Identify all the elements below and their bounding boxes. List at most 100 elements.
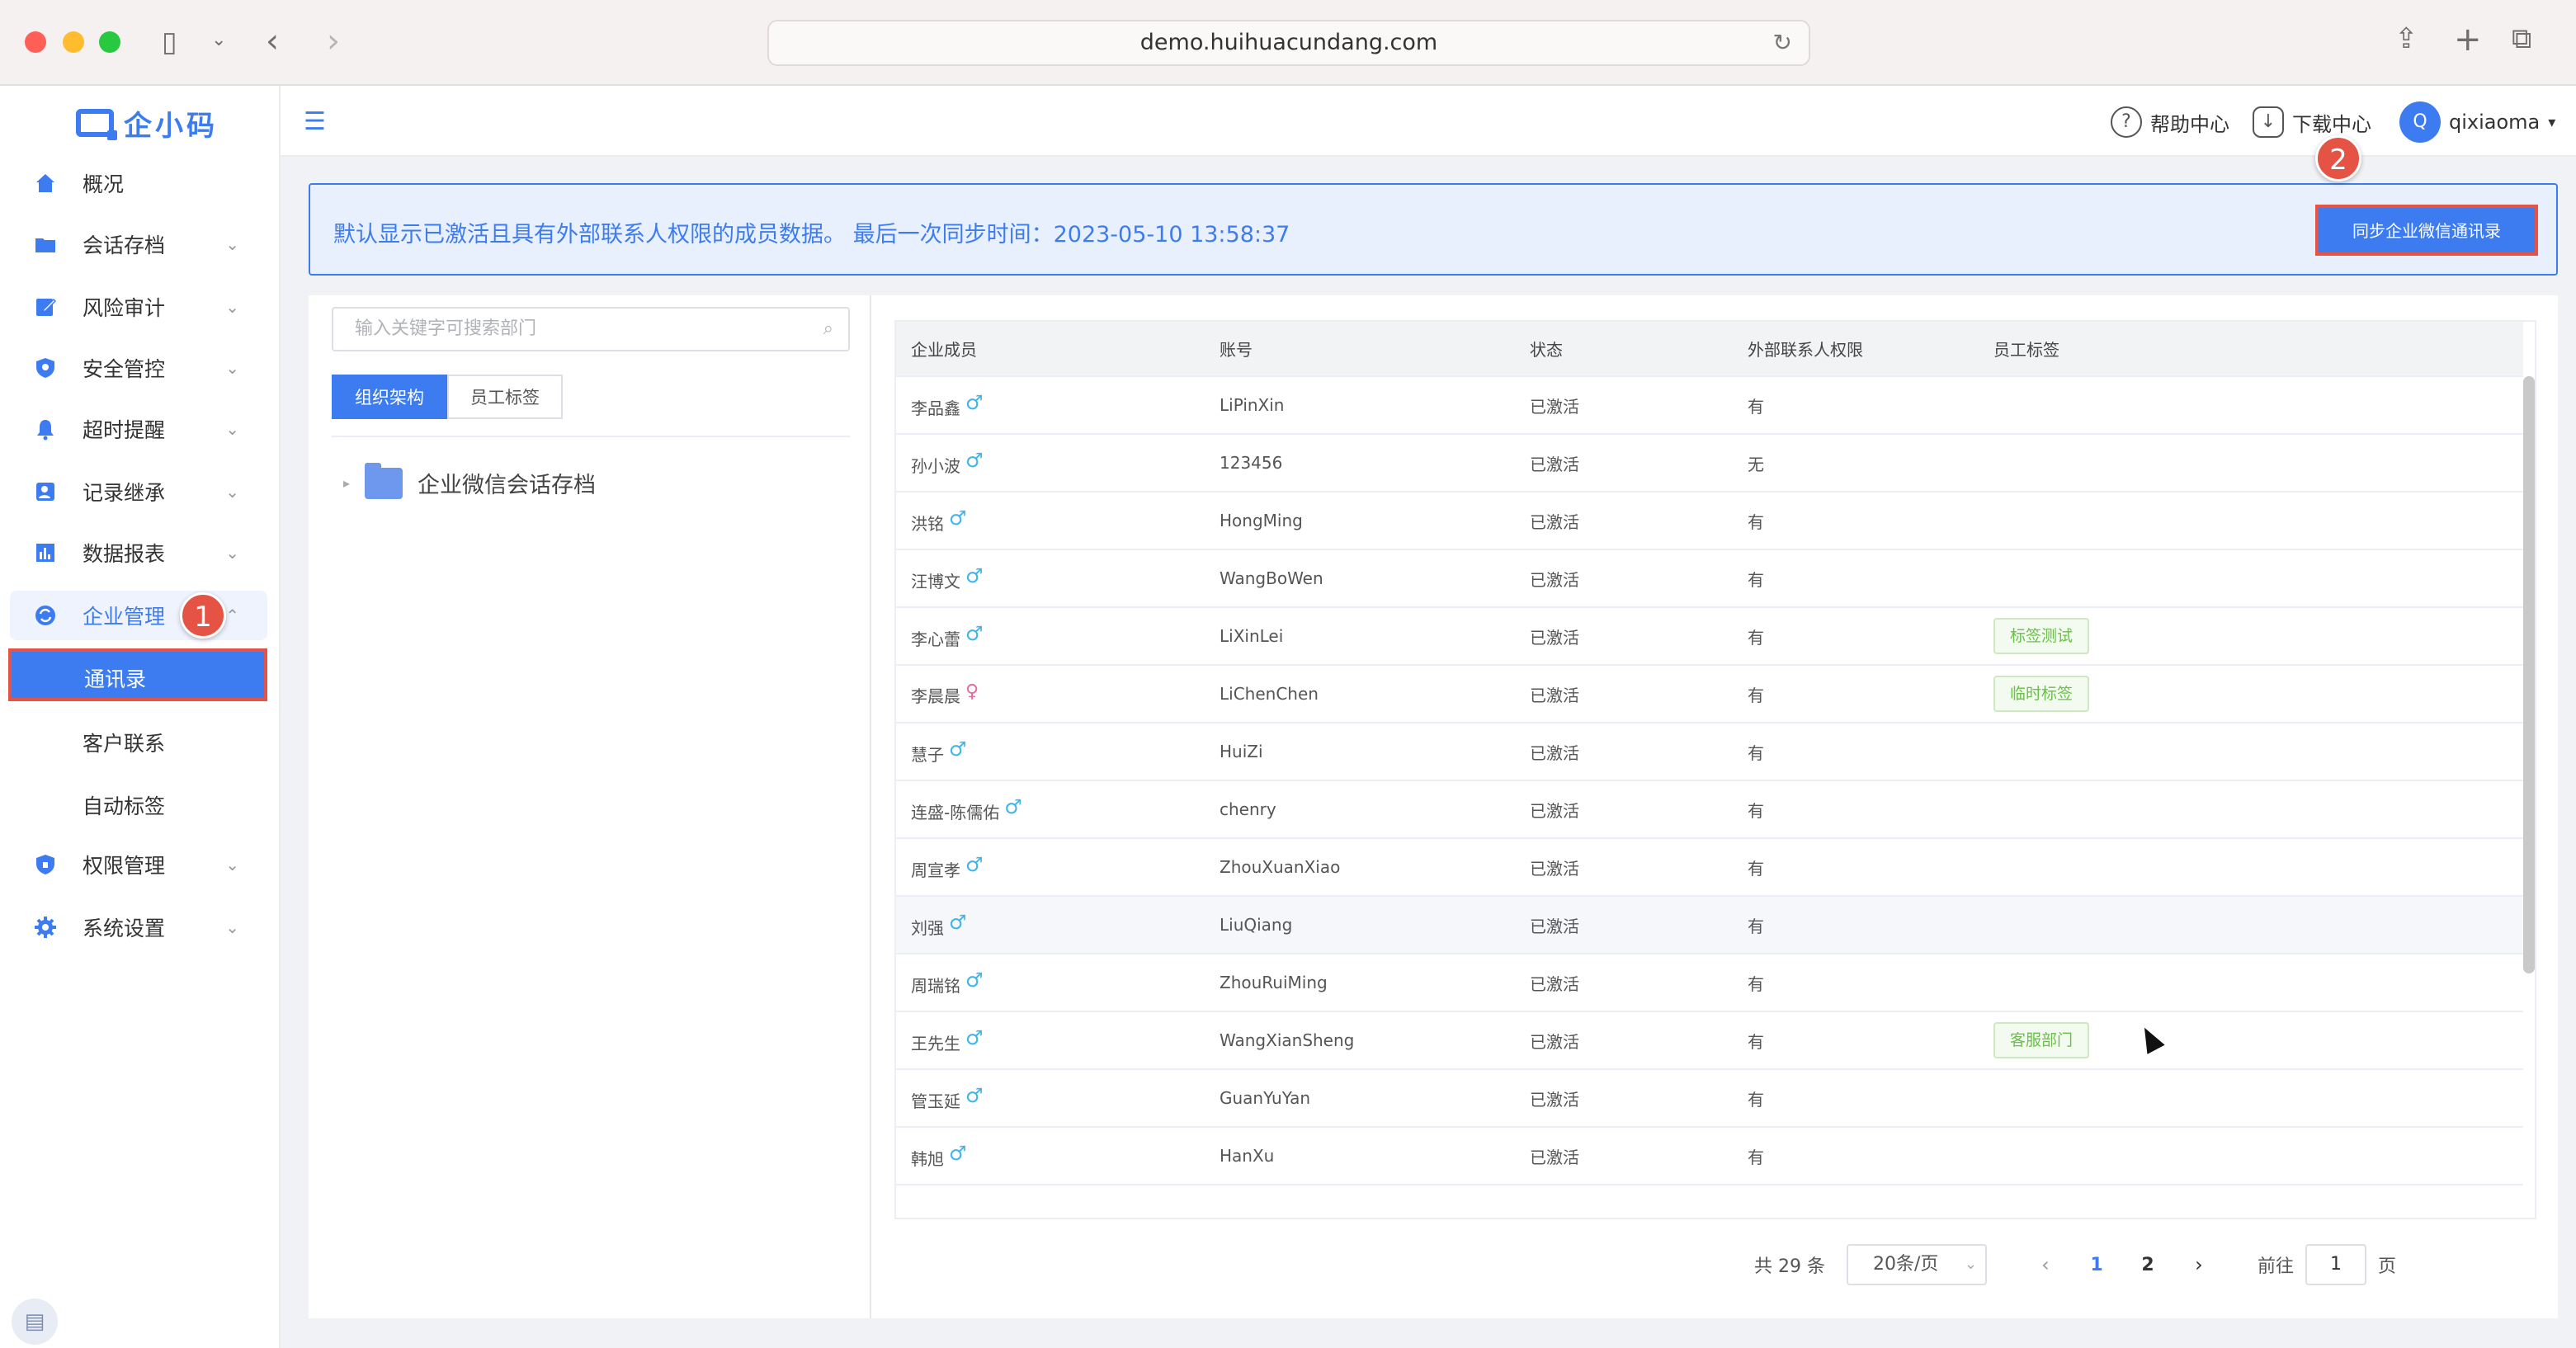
sidebar-item-chat-archive[interactable]: 会话存档 ⌄ (10, 219, 267, 269)
next-page-icon[interactable]: › (2178, 1253, 2220, 1276)
member-name-cell: 王先生 ♂ (896, 1011, 1205, 1070)
sidebar-item-label: 企业管理 (83, 605, 166, 629)
tab-employee-tags[interactable]: 员工标签 (447, 375, 563, 419)
question-icon: ? (2111, 106, 2142, 138)
sidebar-item-data-report[interactable]: 数据报表 ⌄ (10, 528, 267, 577)
caret-down-icon: ▾ (2548, 113, 2556, 131)
status-cell: 已激活 (1515, 1011, 1733, 1070)
sidebar-item-risk-audit[interactable]: 风险审计 ⌄ (10, 282, 267, 332)
shield-icon (33, 356, 58, 380)
folder-icon (365, 462, 403, 499)
page-button[interactable]: 2 (2127, 1255, 2168, 1275)
table-row[interactable]: 李晨晨 ♀ LiChenChen 已激活有临时标签 (896, 665, 2523, 723)
zoom-window-button[interactable] (99, 31, 120, 53)
department-search-input[interactable]: 输入关键字可搜索部门 ⌕ (332, 307, 850, 351)
sidebar-item-label: 记录继承 (83, 481, 166, 505)
sidebar-subitem-auto-tags[interactable]: 自动标签 (10, 777, 267, 827)
sidebar-item-security[interactable]: 安全管控 ⌄ (10, 343, 267, 393)
table-row[interactable]: 韩旭 ♂ HanXu 已激活有 (896, 1127, 2523, 1185)
sidebar-item-label: 数据报表 (83, 542, 166, 566)
status-cell: 已激活 (1515, 838, 1733, 897)
chevron-down-icon: ⌄ (225, 419, 239, 439)
status-cell: 已激活 (1515, 896, 1733, 954)
tab-overview-icon[interactable]: ⧉ (2512, 25, 2531, 53)
table-row[interactable]: 王先生 ♂ WangXianSheng 已激活有客服部门 (896, 1011, 2523, 1070)
sidebar-item-overview[interactable]: 概况 (10, 158, 267, 208)
member-name-cell: 李心蕾 ♂ (896, 607, 1205, 666)
sidebar-item-record-inherit[interactable]: 记录继承 ⌄ (10, 467, 267, 516)
table-scrollbar[interactable] (2523, 376, 2535, 973)
sidebar-subitem-customer-contact[interactable]: 客户联系 (10, 714, 267, 764)
minimize-window-button[interactable] (63, 31, 84, 53)
main-content: 默认显示已激活且具有外部联系人权限的成员数据。 最后一次同步时间：2023-05… (281, 135, 2576, 1348)
close-window-button[interactable] (25, 31, 46, 53)
account-cell: LiuQiang (1205, 896, 1515, 954)
column-header: 状态 (1515, 322, 1733, 377)
table-row[interactable]: 孙小波 ♂ 123456 已激活无 (896, 434, 2523, 493)
help-center-button[interactable]: ? 帮助中心 (2111, 104, 2229, 140)
sidebar-item-enterprise-management[interactable]: 企业管理 ⌃ (10, 591, 267, 640)
page-button[interactable]: 1 (2076, 1255, 2117, 1275)
back-arrow-icon[interactable]: ‹ (266, 25, 279, 58)
address-bar[interactable]: demo.huihuacundang.com ↻ (767, 20, 1810, 66)
new-tab-icon[interactable]: + (2454, 23, 2482, 56)
sidebar-item-system-settings[interactable]: 系统设置 ⌄ (10, 903, 267, 952)
sidebar-item-permission[interactable]: 权限管理 ⌄ (10, 840, 267, 889)
member-name: 周宣孝 (911, 860, 960, 880)
status-cell: 已激活 (1515, 1127, 1733, 1185)
document-icon[interactable]: ▤ (12, 1299, 58, 1345)
table-row[interactable]: 连盛-陈儒佑 ♂ chenry 已激活有 (896, 780, 2523, 839)
tab-org-structure[interactable]: 组织架构 (332, 375, 447, 419)
member-name: 周瑞铭 (911, 976, 960, 996)
member-name: 孙小波 (911, 456, 960, 476)
permission-cell: 有 (1733, 665, 1979, 723)
member-name-cell: 孙小波 ♂ (896, 434, 1205, 493)
table-row[interactable]: 慧子 ♂ HuiZi 已激活有 (896, 723, 2523, 781)
member-name: 管玉延 (911, 1091, 960, 1111)
tree-node-root[interactable]: ▸ 企业微信会话存档 (343, 462, 597, 499)
table-row[interactable]: 李品鑫 ♂ LiPinXin 已激活有 (896, 376, 2523, 435)
caret-right-icon[interactable]: ▸ (343, 475, 350, 491)
share-icon[interactable]: ⇪ (2394, 25, 2418, 53)
table-row[interactable]: 周瑞铭 ♂ ZhouRuiMing 已激活有 (896, 954, 2523, 1012)
reload-icon[interactable]: ↻ (1773, 21, 1792, 64)
tree-node-label: 企业微信会话存档 (418, 473, 597, 498)
sidebar-toggle-icon[interactable]: ▯ (162, 28, 177, 56)
chevron-down-icon[interactable]: ⌄ (211, 31, 226, 49)
prev-page-icon[interactable]: ‹ (2025, 1253, 2066, 1276)
gear-icon (33, 915, 58, 940)
male-icon: ♂ (1004, 795, 1022, 818)
logo-text: 企小码 (124, 109, 218, 143)
bar-chart-icon (33, 540, 58, 565)
tag-cell: 临时标签 (1979, 665, 2523, 723)
user-menu[interactable]: Q qixiaoma ▾ (2399, 101, 2556, 143)
search-icon: ⌕ (823, 318, 833, 339)
sidebar-subitem-contacts[interactable]: 通讯录 (8, 648, 267, 701)
tag-cell (1979, 492, 2523, 550)
male-icon: ♂ (965, 853, 984, 876)
goto-page-input[interactable]: 1 (2305, 1244, 2366, 1285)
pagination: 共 29 条 20条/页 ⌄ ‹ 1 2 › 前往 1 页 (1754, 1242, 2396, 1287)
account-cell: ZhouRuiMing (1205, 954, 1515, 1012)
status-cell: 已激活 (1515, 492, 1733, 550)
forward-arrow-icon[interactable]: › (327, 25, 340, 58)
table-row[interactable]: 周宣孝 ♂ ZhouXuanXiao 已激活有 (896, 838, 2523, 897)
table-row[interactable]: 管玉延 ♂ GuanYuYan 已激活有 (896, 1069, 2523, 1128)
account-cell: HuiZi (1205, 723, 1515, 781)
permission-cell: 有 (1733, 1127, 1979, 1185)
chevron-up-icon: ⌃ (225, 606, 239, 625)
table-row[interactable]: 汪博文 ♂ WangBoWen 已激活有 (896, 549, 2523, 608)
sidebar-item-timeout-reminder[interactable]: 超时提醒 ⌄ (10, 404, 267, 454)
goto-suffix: 页 (2378, 1256, 2397, 1277)
status-cell: 已激活 (1515, 376, 1733, 435)
table-row[interactable]: 李心蕾 ♂ LiXinLei 已激活有标签测试 (896, 607, 2523, 666)
account-cell: WangXianSheng (1205, 1011, 1515, 1070)
download-center-button[interactable]: ↓ 下载中心 (2253, 104, 2371, 140)
lock-shield-icon (33, 852, 58, 877)
table-row[interactable]: 洪铭 ♂ HongMing 已激活有 (896, 492, 2523, 550)
page-size-select[interactable]: 20条/页 ⌄ (1846, 1244, 1987, 1285)
sync-contacts-button[interactable]: 同步企业微信通讯录 (2315, 205, 2538, 256)
table-row[interactable]: 刘强 ♂ LiuQiang 已激活有 (896, 896, 2523, 954)
menu-collapse-icon[interactable]: ☰ (304, 107, 326, 136)
member-name-cell: 刘强 ♂ (896, 896, 1205, 954)
